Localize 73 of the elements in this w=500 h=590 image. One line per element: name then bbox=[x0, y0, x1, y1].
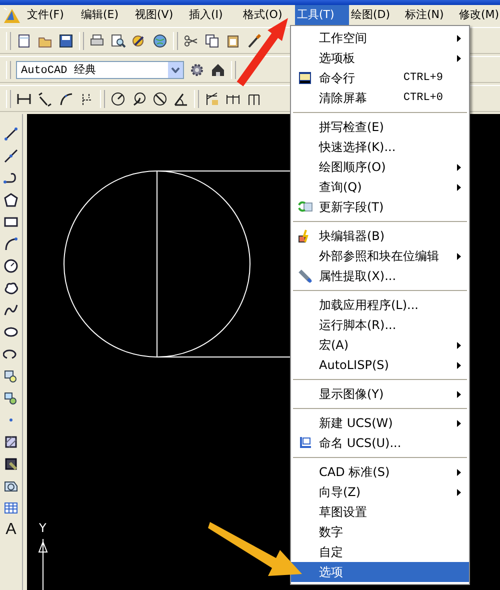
printer-icon[interactable] bbox=[89, 32, 105, 48]
house-icon[interactable] bbox=[210, 62, 226, 78]
new-file-icon[interactable] bbox=[16, 32, 32, 48]
circle-icon[interactable] bbox=[3, 258, 19, 274]
menu-item[interactable]: 草图设置 bbox=[291, 502, 469, 522]
cloud-icon[interactable] bbox=[3, 280, 19, 296]
gear-icon[interactable] bbox=[189, 62, 205, 78]
brush-icon[interactable] bbox=[246, 32, 262, 48]
make-block-icon[interactable] bbox=[3, 390, 19, 406]
menu-item[interactable]: 快速选择(K)... bbox=[291, 137, 469, 157]
menu-item[interactable]: 新建 UCS(W) bbox=[291, 413, 469, 433]
construction-line-icon[interactable] bbox=[3, 148, 19, 164]
table-icon[interactable] bbox=[3, 500, 19, 516]
menu-bar-item[interactable]: 视图(V) bbox=[133, 5, 187, 25]
menu-bar-item[interactable]: 文件(F) bbox=[25, 5, 79, 25]
workspace-dropdown[interactable]: AutoCAD 经典 bbox=[16, 60, 184, 78]
menu-bar-item[interactable]: 插入(I) bbox=[187, 5, 241, 25]
spline-icon[interactable] bbox=[3, 302, 19, 318]
menu-item[interactable]: AutoLISP(S) bbox=[291, 355, 469, 375]
ucs-icon bbox=[297, 435, 313, 451]
menu-item[interactable]: 加载应用程序(L)... bbox=[291, 295, 469, 315]
menu-item[interactable]: 显示图像(Y) bbox=[291, 384, 469, 404]
save-icon[interactable] bbox=[58, 32, 74, 48]
menu-bar-item[interactable]: 工具(T) bbox=[295, 5, 349, 25]
menu-item[interactable]: 绘图顺序(O) bbox=[291, 157, 469, 177]
polyline-icon[interactable] bbox=[3, 170, 19, 186]
radius-dimension-icon[interactable] bbox=[110, 90, 126, 106]
polygon-icon[interactable] bbox=[3, 192, 19, 208]
menu-item[interactable]: 命令行 CTRL+9 bbox=[291, 68, 469, 88]
text-tool[interactable]: A bbox=[6, 522, 16, 538]
menu-item[interactable]: 拼写检查(E) bbox=[291, 117, 469, 137]
caret-icon bbox=[171, 66, 180, 72]
menu-bar-item[interactable]: 修改(M) bbox=[457, 5, 500, 25]
arc-icon[interactable] bbox=[3, 236, 19, 252]
menu-item[interactable]: 选项 bbox=[291, 562, 469, 582]
menu-item[interactable]: 自定 bbox=[291, 542, 469, 562]
line-icon[interactable] bbox=[3, 126, 19, 142]
menu-item[interactable]: 块编辑器(B) bbox=[291, 226, 469, 246]
menu-bar-item[interactable]: 编辑(E) bbox=[79, 5, 133, 25]
copy-icon[interactable] bbox=[204, 32, 220, 48]
menu-item[interactable]: 宏(A) bbox=[291, 335, 469, 355]
pencil-icon bbox=[297, 268, 313, 284]
diameter-dimension-icon[interactable] bbox=[152, 90, 168, 106]
menu-item[interactable]: 清除屏幕 CTRL+0 bbox=[291, 88, 469, 108]
menu-item[interactable]: 选项板 bbox=[291, 48, 469, 68]
menu-item[interactable]: 工作空间 bbox=[291, 28, 469, 48]
app-logo-icon[interactable] bbox=[3, 6, 21, 24]
hatch-icon[interactable] bbox=[3, 434, 19, 450]
menu-bar-item[interactable]: 格式(O) bbox=[241, 5, 295, 25]
gradient-icon[interactable] bbox=[3, 456, 19, 472]
cut-icon[interactable] bbox=[183, 32, 199, 48]
menu-item[interactable]: 属性提取(X)... bbox=[291, 266, 469, 286]
magnifier-icon[interactable] bbox=[110, 32, 126, 48]
menu-item[interactable]: 查询(Q) bbox=[291, 177, 469, 197]
angular-dimension-icon[interactable] bbox=[173, 90, 189, 106]
menu-item[interactable]: 命名 UCS(U)... bbox=[291, 433, 469, 453]
ucs-axis-icon bbox=[38, 538, 48, 590]
menu-item[interactable]: 运行脚本(R)... bbox=[291, 315, 469, 335]
globe-icon[interactable] bbox=[152, 32, 168, 48]
paste-icon[interactable] bbox=[225, 32, 241, 48]
axis-label: Y bbox=[39, 521, 46, 535]
aligned-dimension-icon[interactable] bbox=[37, 90, 53, 106]
baseline-dimension-icon[interactable] bbox=[204, 90, 220, 106]
menu-item[interactable]: CAD 标准(S) bbox=[291, 462, 469, 482]
insert-block-icon[interactable] bbox=[3, 368, 19, 384]
jogged-dimension-icon[interactable] bbox=[131, 90, 147, 106]
arc-dimension-icon[interactable] bbox=[58, 90, 74, 106]
menu-item[interactable]: 外部参照和块在位编辑 bbox=[291, 246, 469, 266]
menu-item[interactable]: 数字 bbox=[291, 522, 469, 542]
menu-bar-item[interactable]: 标注(N) bbox=[403, 5, 457, 25]
menu-bar-item[interactable]: 绘图(D) bbox=[349, 5, 403, 25]
menu-item[interactable]: 更新字段(T) bbox=[291, 197, 469, 217]
menu-item[interactable]: 向导(Z) bbox=[291, 482, 469, 502]
